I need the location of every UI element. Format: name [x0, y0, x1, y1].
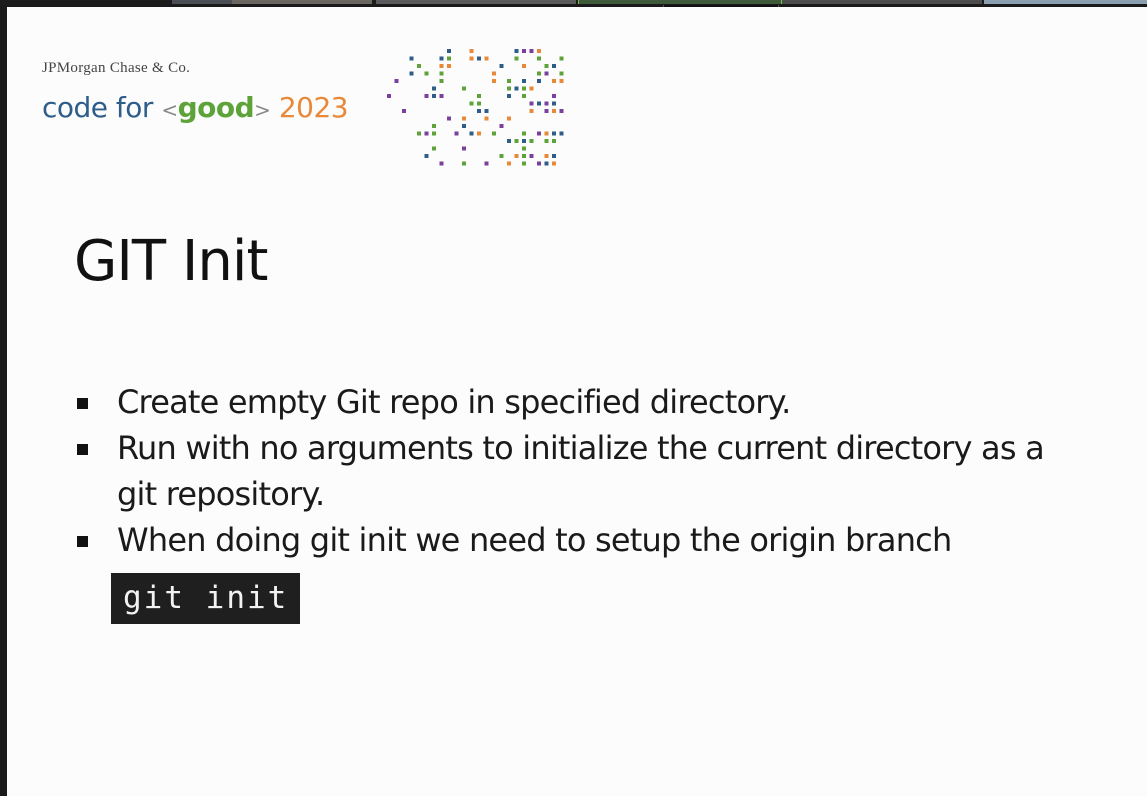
bullet-list: Create empty Git repo in specified direc…: [75, 379, 1075, 563]
slide-title: GIT Init: [74, 229, 268, 294]
participant-thumbnail[interactable]: [376, 0, 576, 4]
shared-slide: JPMorgan Chase & Co. code for <good> 202…: [7, 7, 1147, 796]
pixel-mosaic-graphic: [387, 49, 564, 166]
code-snippet: git init: [111, 573, 301, 624]
bullet-text: When doing git init we need to setup the…: [117, 521, 952, 559]
list-item: When doing git init we need to setup the…: [75, 517, 1075, 563]
logo-close-bracket: >: [254, 98, 271, 122]
company-logo: JPMorgan Chase & Co.: [42, 60, 191, 76]
participant-thumbnail[interactable]: [984, 0, 1147, 4]
participant-thumbnail[interactable]: [782, 0, 982, 4]
logo-open-bracket: <: [161, 98, 178, 122]
bullet-square-icon: [77, 398, 88, 409]
logo-year-text: 2023: [278, 91, 349, 124]
logo-code-text: code for: [42, 91, 153, 124]
list-item: Create empty Git repo in specified direc…: [75, 379, 1075, 425]
bullet-square-icon: [77, 536, 88, 547]
list-item: Run with no arguments to initialize the …: [75, 425, 1075, 517]
video-thumbnail-strip: [0, 0, 1147, 5]
code-for-good-logo: code for <good> 2023: [42, 91, 349, 131]
logo-good-text: good: [177, 91, 255, 124]
participant-thumbnail[interactable]: [172, 0, 232, 4]
participant-thumbnail[interactable]: [232, 0, 372, 4]
active-speaker-thumbnail[interactable]: [578, 0, 782, 4]
bullet-square-icon: [77, 444, 88, 455]
bullet-text: Run with no arguments to initialize the …: [117, 429, 1045, 513]
bullet-text: Create empty Git repo in specified direc…: [117, 383, 791, 421]
